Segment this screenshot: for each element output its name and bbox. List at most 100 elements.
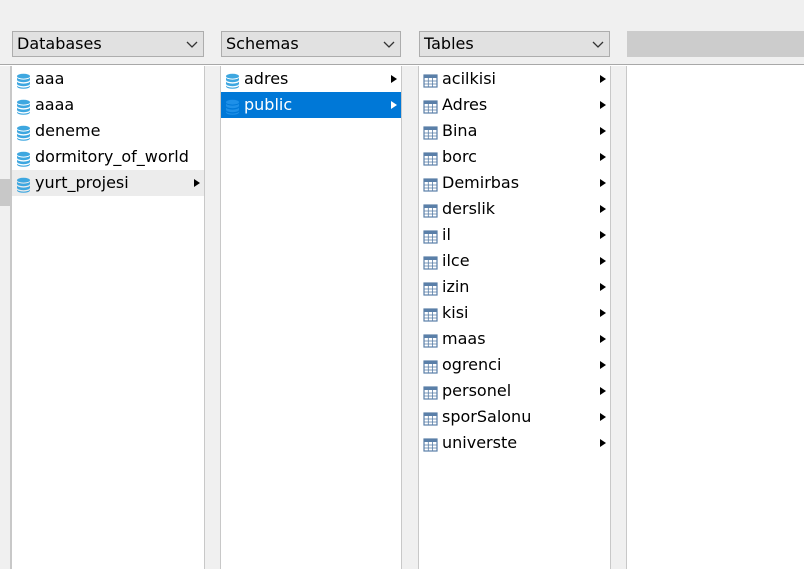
table-icon xyxy=(423,201,438,218)
database-item[interactable]: aaaa xyxy=(12,92,204,118)
table-item[interactable]: Adres xyxy=(419,92,610,118)
column-divider[interactable] xyxy=(205,66,220,569)
table-icon-graphic xyxy=(423,204,438,218)
table-icon xyxy=(423,409,438,426)
table-icon-graphic xyxy=(423,256,438,270)
tables-combo-label: Tables xyxy=(424,34,474,53)
table-icon-graphic xyxy=(423,152,438,166)
database-item[interactable]: aaa xyxy=(12,66,204,92)
table-icon-graphic xyxy=(423,438,438,452)
chevron-right-icon xyxy=(600,413,606,421)
table-item[interactable]: universte xyxy=(419,430,610,456)
database-icon-graphic xyxy=(17,99,30,115)
table-item[interactable]: sporSalonu xyxy=(419,404,610,430)
table-item-label: borc xyxy=(442,147,477,166)
table-item[interactable]: ilce xyxy=(419,248,610,274)
schema-item-label: adres xyxy=(244,69,289,88)
table-icon-graphic xyxy=(423,230,438,244)
database-icon-graphic xyxy=(17,125,30,141)
table-icon xyxy=(423,435,438,452)
database-item[interactable]: yurt_projesi xyxy=(12,170,204,196)
table-item[interactable]: maas xyxy=(419,326,610,352)
chevron-down-icon xyxy=(592,41,604,48)
column-divider[interactable] xyxy=(611,66,626,569)
tables-column: acilkisi Adres Bina borc Demirbas derslik il il… xyxy=(418,66,611,569)
schema-item-label: public xyxy=(244,95,293,114)
chevron-right-icon xyxy=(600,101,606,109)
schema-item[interactable]: adres xyxy=(221,66,401,92)
chevron-right-icon xyxy=(600,75,606,83)
table-icon-graphic xyxy=(423,100,438,114)
database-icon xyxy=(16,71,31,89)
table-icon xyxy=(423,253,438,270)
database-item[interactable]: deneme xyxy=(12,118,204,144)
table-item[interactable]: kisi xyxy=(419,300,610,326)
chevron-right-icon xyxy=(600,153,606,161)
table-item[interactable]: acilkisi xyxy=(419,66,610,92)
chevron-right-icon xyxy=(194,179,200,187)
scrollbar-thumb[interactable] xyxy=(0,179,10,206)
table-item-label: izin xyxy=(442,277,470,296)
table-item-label: acilkisi xyxy=(442,69,496,88)
table-item-label: Adres xyxy=(442,95,488,114)
schema-item[interactable]: public xyxy=(221,92,401,118)
table-item[interactable]: izin xyxy=(419,274,610,300)
table-icon xyxy=(423,227,438,244)
table-item-label: il xyxy=(442,225,451,244)
schemas-list: adres public xyxy=(221,66,401,118)
schemas-column: adres public xyxy=(220,66,402,569)
column-header-bar: Databases Schemas Tables xyxy=(0,0,804,65)
chevron-right-icon xyxy=(600,179,606,187)
database-item-label: dormitory_of_world xyxy=(35,147,189,166)
chevron-right-icon xyxy=(600,335,606,343)
table-icon-graphic xyxy=(423,334,438,348)
database-item-label: aaa xyxy=(35,69,65,88)
left-scrollbar[interactable] xyxy=(0,66,11,569)
database-icon-graphic xyxy=(17,177,30,193)
table-icon xyxy=(423,123,438,140)
table-icon-graphic xyxy=(423,126,438,140)
schemas-combo-label: Schemas xyxy=(226,34,299,53)
table-item-label: universte xyxy=(442,433,518,452)
column-divider[interactable] xyxy=(402,66,418,569)
database-icon xyxy=(16,149,31,167)
table-item[interactable]: Demirbas xyxy=(419,170,610,196)
table-icon xyxy=(423,279,438,296)
table-item[interactable]: il xyxy=(419,222,610,248)
table-item[interactable]: derslik xyxy=(419,196,610,222)
chevron-right-icon xyxy=(600,257,606,265)
table-item[interactable]: personel xyxy=(419,378,610,404)
table-item-label: maas xyxy=(442,329,486,348)
chevron-right-icon xyxy=(600,309,606,317)
database-icon-graphic xyxy=(17,73,30,89)
tables-combo[interactable]: Tables xyxy=(419,31,610,57)
chevron-right-icon xyxy=(600,127,606,135)
table-item[interactable]: borc xyxy=(419,144,610,170)
database-icon xyxy=(16,175,31,193)
chevron-right-icon xyxy=(600,387,606,395)
table-item[interactable]: ogrenci xyxy=(419,352,610,378)
chevron-right-icon xyxy=(391,101,397,109)
table-icon xyxy=(423,71,438,88)
tables-list: acilkisi Adres Bina borc Demirbas derslik il il… xyxy=(419,66,610,456)
table-icon-graphic xyxy=(423,360,438,374)
chevron-right-icon xyxy=(600,205,606,213)
chevron-right-icon xyxy=(600,283,606,291)
table-icon xyxy=(423,175,438,192)
databases-combo-label: Databases xyxy=(17,34,102,53)
table-icon-graphic xyxy=(423,178,438,192)
database-browser: Databases Schemas Tables aaa aaaa deneme do… xyxy=(0,0,804,569)
columns-column xyxy=(626,66,804,569)
table-item[interactable]: Bina xyxy=(419,118,610,144)
table-icon xyxy=(423,357,438,374)
schemas-combo[interactable]: Schemas xyxy=(221,31,401,57)
table-icon xyxy=(423,305,438,322)
database-item[interactable]: dormitory_of_world xyxy=(12,144,204,170)
schema-icon xyxy=(225,71,240,89)
table-item-label: derslik xyxy=(442,199,496,218)
table-icon-graphic xyxy=(423,386,438,400)
table-icon xyxy=(423,97,438,114)
table-item-label: Demirbas xyxy=(442,173,520,192)
databases-combo[interactable]: Databases xyxy=(12,31,204,57)
table-icon-graphic xyxy=(423,282,438,296)
